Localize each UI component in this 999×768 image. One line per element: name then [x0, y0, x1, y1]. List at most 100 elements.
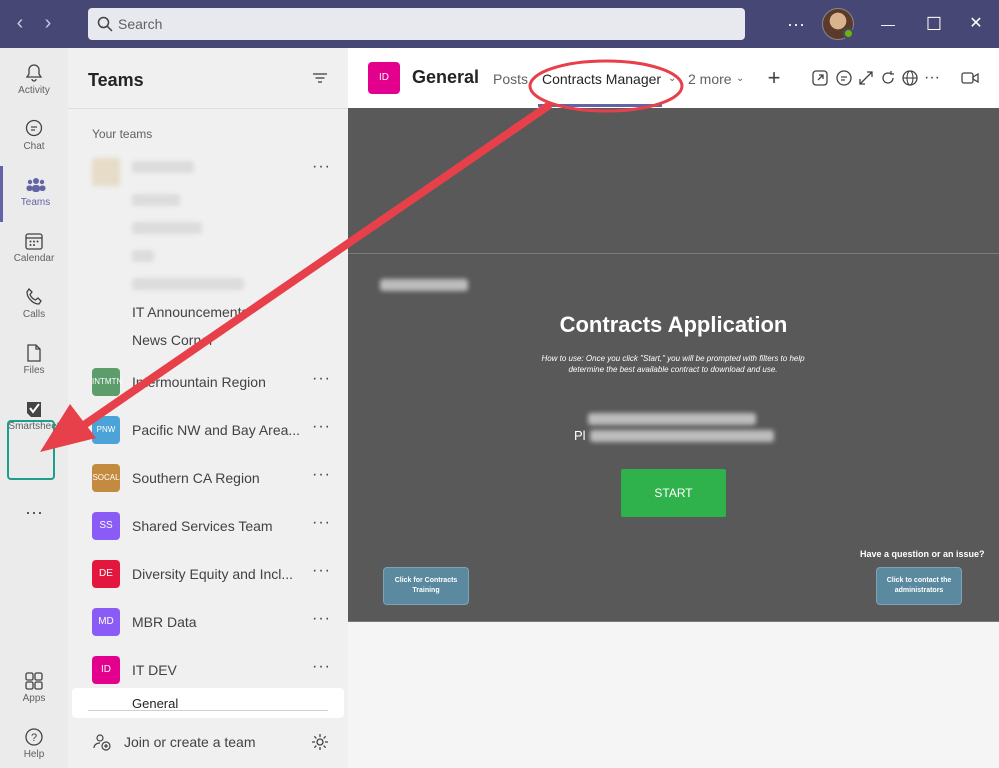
- tab-chevron-down-icon[interactable]: ⌄: [668, 73, 676, 84]
- maximize-icon[interactable]: ☐: [920, 10, 948, 38]
- team-more-icon[interactable]: ···: [312, 562, 331, 580]
- more-apps-icon[interactable]: ···: [0, 502, 68, 523]
- add-people-icon: [93, 734, 111, 751]
- tab-contracts-manager[interactable]: Contracts Manager: [542, 71, 661, 87]
- blurred-text: [380, 279, 468, 291]
- filter-icon[interactable]: [312, 70, 328, 86]
- blurred-channel: [132, 278, 244, 290]
- join-create-team-button[interactable]: Join or create a team: [92, 732, 332, 752]
- contracts-app-frame: Contracts Application How to use: Once y…: [348, 108, 999, 622]
- channel-news-corner[interactable]: News Corner: [132, 332, 214, 348]
- active-tab-indicator: [538, 104, 662, 107]
- team-more-icon[interactable]: ···: [312, 370, 331, 388]
- tab-posts[interactable]: Posts: [493, 71, 528, 87]
- team-more-icon[interactable]: ···: [312, 610, 331, 628]
- bell-icon: [25, 64, 43, 82]
- rail-label: Activity: [18, 85, 50, 96]
- team-item-mbr-data[interactable]: MD MBR Data ···: [68, 602, 348, 642]
- expand-icon[interactable]: [856, 68, 876, 88]
- tab-content: Contracts Application How to use: Once y…: [348, 108, 999, 768]
- video-call-icon[interactable]: [960, 68, 980, 88]
- blurred-text: [588, 413, 756, 425]
- close-icon[interactable]: ✕: [962, 10, 990, 38]
- team-more-icon[interactable]: ···: [312, 418, 331, 436]
- rail-label: Files: [23, 365, 45, 376]
- team-more-icon[interactable]: ···: [312, 514, 331, 532]
- team-name: Shared Services Team: [132, 518, 273, 534]
- search-input[interactable]: Search: [88, 8, 745, 40]
- channel-name: General: [132, 696, 179, 711]
- presence-available-icon: [843, 28, 854, 39]
- rail-item-chat[interactable]: Chat: [0, 110, 68, 166]
- rail-item-help[interactable]: ? Help: [0, 718, 68, 768]
- team-badge: MD: [92, 608, 120, 636]
- add-tab-icon[interactable]: +: [764, 67, 784, 89]
- team-badge: ID: [368, 62, 400, 94]
- team-item-intermountain[interactable]: INTMTN Intermountain Region ···: [68, 362, 348, 402]
- rail-label: Calendar: [13, 253, 55, 264]
- more-tabs-chevron-icon[interactable]: ⌄: [736, 73, 744, 84]
- team-badge: PNW: [92, 416, 120, 444]
- question-text: Have a question or an issue?: [860, 549, 985, 559]
- team-name: Diversity Equity and Incl...: [132, 566, 294, 582]
- blurred-channel: [132, 222, 202, 234]
- rail-item-calendar[interactable]: Calendar: [0, 222, 68, 278]
- app-description: How to use: Once you click "Start," you …: [541, 354, 805, 374]
- title-bar: ‹ › Search ··· — ☐ ✕: [0, 0, 999, 48]
- rail-label: Chat: [23, 141, 45, 152]
- teams-panel: Teams Your teams ··· IT Announcements Ne…: [68, 48, 348, 768]
- rail-label: Help: [23, 749, 45, 760]
- back-arrow-icon[interactable]: ‹: [8, 12, 32, 36]
- divider: [68, 108, 348, 109]
- divider: [348, 621, 999, 622]
- rail-label: Calls: [22, 309, 46, 320]
- join-label: Join or create a team: [124, 734, 256, 750]
- search-placeholder: Search: [118, 16, 163, 32]
- team-more-icon[interactable]: ···: [312, 158, 331, 176]
- team-item-pnw[interactable]: PNW Pacific NW and Bay Area... ···: [68, 410, 348, 450]
- team-item-shared-services[interactable]: SS Shared Services Team ···: [68, 506, 348, 546]
- search-icon: [97, 16, 113, 32]
- apps-icon: [25, 672, 43, 690]
- team-more-icon[interactable]: ···: [312, 466, 331, 484]
- channel-it-announcements[interactable]: IT Announcements: [132, 304, 248, 320]
- rail-item-activity[interactable]: Activity: [0, 54, 68, 110]
- channel-header: ID General Posts Contracts Manager ⌄ 2 m…: [348, 48, 999, 108]
- team-item-socal[interactable]: SOCAL Southern CA Region ···: [68, 458, 348, 498]
- globe-icon[interactable]: [900, 68, 920, 88]
- conversation-icon[interactable]: [834, 68, 854, 88]
- panel-title: Teams: [88, 70, 144, 90]
- refresh-icon[interactable]: [878, 68, 898, 88]
- tab-more[interactable]: 2 more: [688, 71, 732, 87]
- contact-admin-button[interactable]: Click to contact the administrators: [876, 567, 962, 605]
- file-icon: [27, 344, 41, 362]
- rail-item-apps[interactable]: Apps: [0, 662, 68, 718]
- your-teams-heading: Your teams: [92, 127, 153, 141]
- channel-title: General: [412, 67, 480, 87]
- team-item-it-dev[interactable]: ID IT DEV ···: [68, 650, 348, 690]
- contracts-training-button[interactable]: Click for Contracts Training: [383, 567, 469, 605]
- start-button[interactable]: START: [621, 469, 726, 517]
- rail-item-calls[interactable]: Calls: [0, 278, 68, 334]
- help-icon: ?: [25, 728, 43, 746]
- rail-item-files[interactable]: Files: [0, 334, 68, 390]
- svg-text:?: ?: [31, 732, 37, 744]
- team-name: IT DEV: [132, 662, 177, 678]
- blurred-channel: [132, 250, 154, 262]
- divider: [88, 710, 328, 711]
- rail-item-teams[interactable]: Teams: [0, 166, 68, 222]
- forward-arrow-icon[interactable]: ›: [36, 12, 60, 36]
- chat-icon: [25, 119, 43, 137]
- team-badge: ID: [92, 656, 120, 684]
- settings-gear-icon[interactable]: [310, 732, 330, 752]
- minimize-icon[interactable]: —: [874, 10, 902, 38]
- team-name: Pacific NW and Bay Area...: [132, 422, 301, 438]
- team-item-diversity[interactable]: DE Diversity Equity and Incl... ···: [68, 554, 348, 594]
- team-name: MBR Data: [132, 614, 197, 630]
- popout-icon[interactable]: [810, 68, 830, 88]
- more-options-icon[interactable]: ···: [782, 10, 810, 38]
- more-options-icon[interactable]: ···: [922, 68, 942, 88]
- smartsheet-highlight-box: [7, 420, 55, 480]
- team-more-icon[interactable]: ···: [312, 658, 331, 676]
- channel-general-selected[interactable]: General: [72, 688, 344, 718]
